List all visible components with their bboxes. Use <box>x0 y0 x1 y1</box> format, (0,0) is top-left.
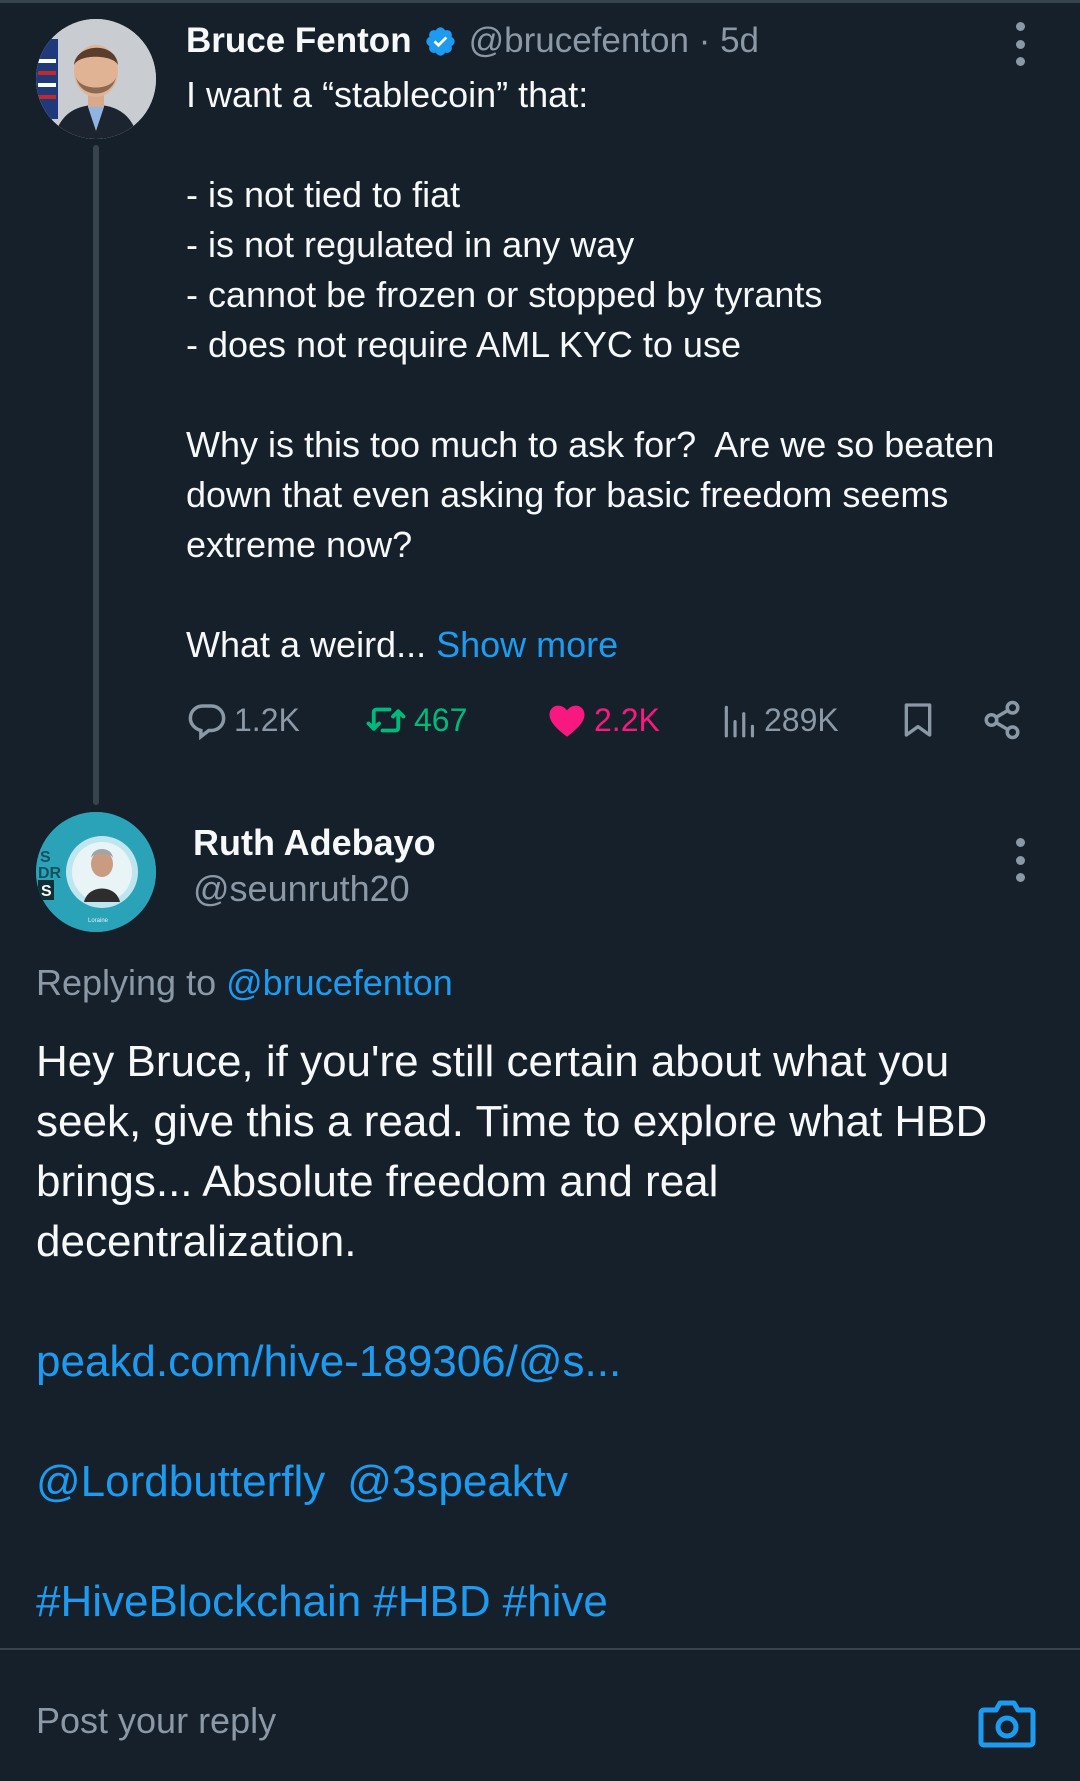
reply-icon <box>188 704 226 741</box>
svg-text:DR: DR <box>38 865 62 882</box>
tweet-header: Bruce Fenton @brucefenton · 5d <box>186 18 759 64</box>
hashtag-link[interactable]: #HiveBlockchain <box>36 1577 361 1626</box>
reply-input[interactable]: Post your reply <box>36 1700 276 1742</box>
thread-line <box>93 145 99 805</box>
original-tweet[interactable]: Bruce Fenton @brucefenton · 5d I want a … <box>0 0 1080 805</box>
share-button[interactable] <box>981 695 1023 745</box>
tweet-age: 5d <box>720 21 760 60</box>
reply-composer: Post your reply <box>0 1650 1080 1781</box>
reply-author-handle[interactable]: @seunruth20 <box>193 868 410 910</box>
replying-to-line: Replying to @brucefenton <box>36 962 453 1003</box>
bookmark-button[interactable] <box>898 695 938 745</box>
replying-to-mention[interactable]: @brucefenton <box>226 962 453 1003</box>
reply-link[interactable]: peakd.com/hive-189306/@s... <box>36 1332 621 1392</box>
mention-link[interactable]: @3speaktv <box>347 1457 568 1506</box>
retweet-button[interactable]: 467 <box>364 695 467 745</box>
hashtag-link[interactable]: #HBD <box>373 1577 490 1626</box>
tweet-text: I want a “stablecoin” that: - is not tie… <box>186 74 995 665</box>
bookmark-icon <box>904 703 932 737</box>
retweet-count: 467 <box>414 701 468 738</box>
like-heart-icon <box>549 705 585 737</box>
avatar[interactable] <box>36 19 156 139</box>
reply-hashtags: #HiveBlockchain #HBD #hive <box>36 1572 608 1632</box>
reply-mentions: @Lordbutterfly @3speaktv <box>36 1452 568 1512</box>
more-vertical-icon[interactable] <box>1010 838 1030 882</box>
mention-link[interactable]: @Lordbutterfly <box>36 1457 325 1506</box>
hashtag-link[interactable]: #hive <box>503 1577 608 1626</box>
svg-text:Loraine: Loraine <box>88 918 109 924</box>
svg-text:S: S <box>41 883 52 900</box>
views-icon <box>724 705 755 738</box>
share-icon <box>984 700 1020 740</box>
reply-avatar[interactable]: S DR S Loraine <box>36 812 156 932</box>
retweet-icon <box>366 707 406 733</box>
reply-button[interactable]: 1.2K <box>186 695 300 745</box>
reply-count: 1.2K <box>234 701 300 738</box>
svg-text:S: S <box>40 849 51 866</box>
author-name[interactable]: Bruce Fenton <box>186 21 412 61</box>
verified-badge-icon <box>424 25 457 58</box>
like-count: 2.2K <box>594 701 660 738</box>
reply-author-name[interactable]: Ruth Adebayo <box>193 822 436 864</box>
views-count: 289K <box>764 701 839 738</box>
views-button[interactable]: 289K <box>720 695 839 745</box>
tweet-actions: 1.2K 467 2.2K 289K <box>186 695 1026 745</box>
reply-text: Hey Bruce, if you're still certain about… <box>36 1037 988 1266</box>
author-handle[interactable]: @brucefenton · 5d <box>469 21 759 61</box>
camera-icon[interactable] <box>978 1698 1036 1748</box>
like-button[interactable]: 2.2K <box>546 695 660 745</box>
show-more-link[interactable]: Show more <box>436 624 618 665</box>
more-vertical-icon[interactable] <box>1010 22 1030 66</box>
